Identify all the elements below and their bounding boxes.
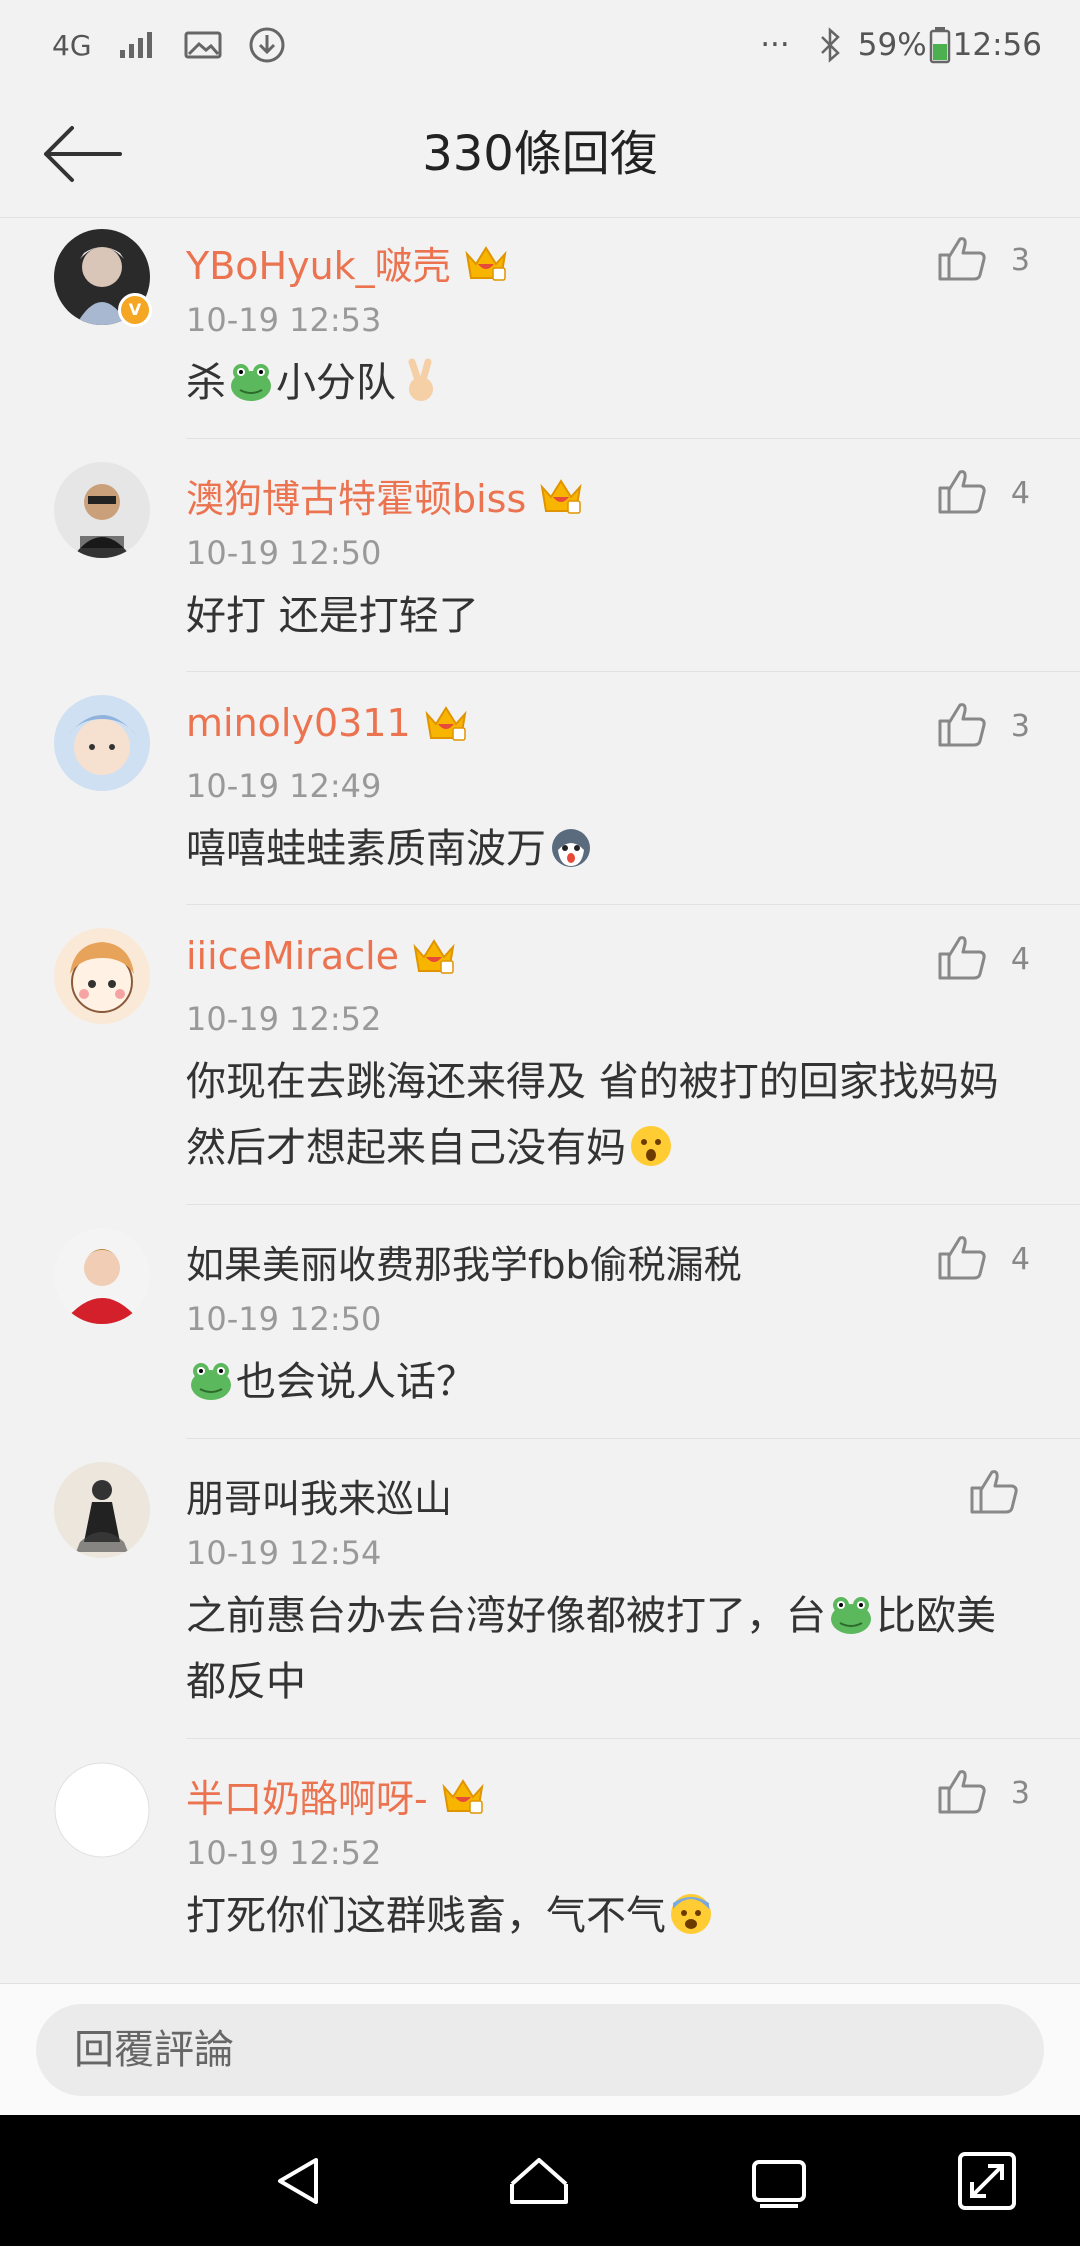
comment-divider	[186, 904, 1080, 905]
comment-username[interactable]: iiiceMiracle	[186, 934, 457, 978]
comment-divider	[186, 1438, 1080, 1439]
frog-emoji-icon	[191, 1363, 231, 1400]
comment-body: 打死你们这群贱畜，气不气	[186, 1883, 1016, 1949]
comment-divider	[186, 1204, 1080, 1205]
download-icon	[249, 27, 285, 63]
comment-username[interactable]: 如果美丽收费那我学fbb偷税漏税	[186, 1234, 742, 1289]
vip-crown-icon	[425, 706, 467, 741]
bluetooth-icon	[820, 27, 840, 63]
comment-item[interactable]: 如果美丽收费那我学fbb偷税漏税 10-19 12:50 也会说人话？ 4	[0, 1218, 1080, 1452]
comment-item[interactable]: 澳狗博古特霍顿biss 10-19 12:50 好打 还是打轻了 4	[0, 452, 1080, 685]
comment-timestamp: 10-19 12:52	[186, 1834, 382, 1872]
comment-body: 杀小分队	[186, 350, 1016, 416]
husky-emoji-icon	[552, 829, 590, 867]
comment-item[interactable]: iiiceMiracle 10-19 12:52 你现在去跳海还来得及 省的被打…	[0, 918, 1080, 1218]
verified-badge: V	[118, 293, 152, 327]
reply-input[interactable]	[36, 2004, 1044, 2096]
vip-crown-icon	[413, 939, 455, 974]
comment-username[interactable]: 半口奶酪啊呀-	[186, 1768, 486, 1823]
like-thumb-icon[interactable]	[936, 233, 988, 283]
like-thumb-icon[interactable]	[936, 466, 988, 516]
comment-item[interactable]: 朋哥叫我来巡山 10-19 12:54 之前惠台办去台湾好像都被打了，台 比欧美都…	[0, 1452, 1080, 1752]
comment-timestamp: 10-19 12:50	[186, 1300, 382, 1338]
comment-timestamp: 10-19 12:54	[186, 1534, 382, 1572]
comment-body: 之前惠台办去台湾好像都被打了，台 比欧美都反中	[186, 1593, 996, 1705]
comment-username[interactable]: 澳狗博古特霍顿biss	[186, 468, 584, 523]
clock: 12:56	[952, 27, 1042, 63]
comment-divider	[186, 438, 1080, 439]
victory-hand-icon	[408, 358, 433, 401]
title-bar: 330條回復	[0, 90, 1080, 218]
fearful-emoji-icon	[671, 1894, 711, 1934]
comment-item[interactable]: minoly0311 10-19 12:49 嘻嘻蛙蛙素质南波万 3	[0, 685, 1080, 918]
reply-bar	[0, 1983, 1080, 2115]
like-thumb-icon[interactable]	[936, 932, 988, 982]
like-count: 3	[1010, 1776, 1030, 1811]
comment-list[interactable]: V YBoHyuk_啵壳 10-19 12:53 杀小分队 3 澳狗博古特霍顿b…	[0, 219, 1080, 1992]
comment-timestamp: 10-19 12:52	[186, 1000, 382, 1038]
nav-expand-icon[interactable]	[954, 2148, 1020, 2214]
comment-timestamp: 10-19 12:53	[186, 301, 382, 339]
comment-item[interactable]: 半口奶酪啊呀- 10-19 12:52 打死你们这群贱畜，气不气 3	[0, 1752, 1080, 1992]
avatar[interactable]	[54, 1762, 150, 1858]
gallery-icon	[184, 31, 222, 59]
comment-divider	[186, 671, 1080, 672]
like-count: 4	[1010, 476, 1030, 511]
like-count: 3	[1010, 243, 1030, 278]
network-indicator: 4G	[52, 28, 92, 62]
like-count: 4	[1010, 942, 1030, 977]
like-thumb-icon[interactable]	[936, 1766, 988, 1816]
status-bar: 4G ··· 59% 12:56	[0, 0, 1080, 90]
avatar[interactable]	[54, 695, 150, 791]
like-count: 4	[1010, 1242, 1030, 1277]
comment-username[interactable]: 朋哥叫我来巡山	[186, 1468, 452, 1523]
comment-divider	[186, 1738, 1080, 1739]
battery-icon	[929, 27, 950, 64]
vip-crown-icon	[540, 478, 582, 514]
vip-crown-icon	[442, 1778, 484, 1814]
comment-body: 嘻嘻蛙蛙素质南波万	[186, 816, 1016, 882]
page-title: 330條回復	[422, 126, 658, 182]
avatar[interactable]	[54, 928, 150, 1024]
comment-timestamp: 10-19 12:49	[186, 767, 382, 805]
system-nav-bar	[0, 2115, 1080, 2246]
like-thumb-icon[interactable]	[936, 699, 988, 749]
nav-back-icon[interactable]	[266, 2148, 332, 2214]
frog-emoji-icon	[831, 1597, 871, 1634]
surprised-emoji-icon	[631, 1126, 671, 1166]
nav-home-icon[interactable]	[506, 2148, 572, 2214]
nav-recents-icon[interactable]	[746, 2148, 812, 2214]
comment-item[interactable]: V YBoHyuk_啵壳 10-19 12:53 杀小分队 3	[0, 219, 1080, 452]
comment-username[interactable]: YBoHyuk_啵壳	[186, 235, 509, 290]
more-status-dots: ···	[760, 27, 790, 63]
like-thumb-icon[interactable]	[968, 1466, 1020, 1516]
like-thumb-icon[interactable]	[936, 1232, 988, 1282]
avatar[interactable]	[54, 1462, 150, 1558]
comment-body: 你现在去跳海还来得及 省的被打的回家找妈妈然后才想起来自己没有妈	[186, 1059, 999, 1171]
signal-icon	[119, 32, 152, 58]
battery-percent: 59%	[857, 27, 927, 63]
comment-username[interactable]: minoly0311	[186, 701, 469, 745]
comment-body: 好打 还是打轻了	[186, 593, 479, 639]
avatar[interactable]	[54, 1228, 150, 1324]
comment-timestamp: 10-19 12:50	[186, 534, 382, 572]
avatar[interactable]	[54, 462, 150, 558]
frog-emoji-icon	[231, 364, 271, 401]
vip-crown-icon	[465, 245, 507, 281]
comment-body: 也会说人话？	[186, 1349, 1016, 1415]
like-count: 3	[1010, 709, 1030, 744]
